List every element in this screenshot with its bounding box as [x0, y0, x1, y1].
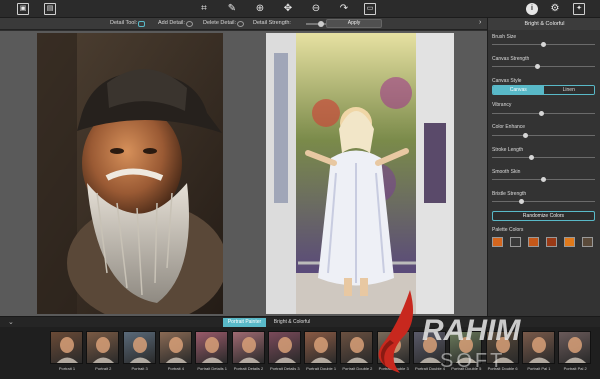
detail-tool-label: Detail Tool:	[110, 20, 138, 26]
brush-icon[interactable]: ✎	[226, 3, 238, 15]
preset-thumbnail-label: Portrait 1	[58, 366, 76, 371]
stroke-length-knob[interactable]	[529, 155, 535, 160]
palette-swatch[interactable]	[510, 237, 521, 247]
settings-panel: Bright & Colorful Brush Size Canvas Stre…	[487, 18, 600, 316]
color-enhance-knob[interactable]	[523, 133, 529, 138]
panel-title: Bright & Colorful	[488, 18, 600, 30]
palette-swatch[interactable]	[546, 237, 557, 247]
after-image	[266, 33, 454, 314]
watermark-brand: RAHIM	[422, 314, 521, 347]
detail-strength-label: Detail Strength:	[253, 20, 291, 26]
stroke-length-label: Stroke Length	[492, 147, 524, 153]
brush-size-label: Brush Size	[492, 34, 517, 40]
color-enhance-label: Color Enhance	[492, 124, 526, 130]
preset-thumbnail-label: Portrait Details 3	[270, 366, 300, 371]
info-icon[interactable]: i	[526, 3, 538, 15]
canvas-option[interactable]: Canvas	[493, 86, 544, 94]
chevron-down-icon[interactable]: ⌄	[8, 318, 14, 326]
social-icon[interactable]: ✦	[573, 3, 585, 15]
preset-thumbnail[interactable]	[86, 331, 120, 364]
brush-size-slider[interactable]	[492, 42, 595, 47]
palette-swatch[interactable]	[564, 237, 575, 247]
preset-thumbnail[interactable]	[122, 331, 156, 364]
canvas-strength-slider[interactable]	[492, 64, 595, 69]
preset-thumbnail-label: Portrait Details 1	[197, 366, 227, 371]
vibrancy-knob[interactable]	[539, 111, 545, 116]
settings-icon[interactable]: ⚙	[549, 3, 561, 15]
redo-icon[interactable]: ↷	[338, 3, 350, 15]
apply-button[interactable]: Apply	[326, 19, 382, 28]
bristle-strength-label: Bristle Strength	[492, 191, 527, 197]
preset-thumbnail[interactable]	[304, 331, 338, 364]
preset-thumbnail-label: Portrait 4	[167, 366, 184, 371]
image-icon[interactable]: ▣	[17, 3, 29, 15]
canvas-style-label: Canvas Style	[492, 78, 522, 84]
vibrancy-label: Vibrancy	[492, 102, 512, 108]
preset-thumbnail-label: Portrait Double 1	[306, 366, 337, 371]
export-icon[interactable]: ▭	[364, 3, 376, 15]
preset-thumbnail[interactable]	[231, 331, 265, 364]
crop-icon[interactable]: ⌗	[198, 3, 210, 15]
smooth-skin-label: Smooth Skin	[492, 169, 521, 175]
linen-option[interactable]: Linen	[543, 86, 594, 94]
canvas-area[interactable]	[0, 31, 487, 316]
zoom-in-icon[interactable]: ⊕	[254, 3, 266, 15]
color-enhance-slider[interactable]	[492, 133, 595, 138]
preset-thumbnail[interactable]	[50, 331, 83, 364]
zoom-out-icon[interactable]: ⊖	[310, 3, 322, 15]
tab-portrait-painter[interactable]: Portrait Painter	[223, 318, 266, 327]
preset-thumbnail-label: Portrait 2	[95, 366, 112, 371]
randomize-colors-button[interactable]: Randomize Colors	[492, 211, 595, 221]
watermark-logo: RAHIM SOFT	[378, 290, 521, 373]
vibrancy-slider[interactable]	[492, 111, 595, 116]
delete-detail-label: Delete Detail:	[203, 20, 237, 26]
add-detail-label: Add Detail:	[158, 20, 185, 26]
detail-strength-knob[interactable]	[318, 21, 324, 27]
preset-thumbnail-label: Portrait 3	[131, 366, 148, 371]
preset-thumbnail[interactable]	[158, 331, 192, 364]
palette-swatch[interactable]	[492, 237, 503, 247]
preset-thumbnail[interactable]	[195, 331, 229, 364]
tab-bright-colorful[interactable]: Bright & Colorful	[268, 318, 316, 327]
top-toolbar: ▣ ▤ ⌗ ✎ ⊕ ✥ ⊖ ↷ ▭ i ⚙ ✦	[0, 0, 600, 18]
preset-thumbnail-label: Portrait Details 2	[233, 366, 264, 371]
palette-swatch[interactable]	[582, 237, 593, 247]
palette-swatch[interactable]	[528, 237, 539, 247]
bristle-strength-slider[interactable]	[492, 199, 595, 204]
delete-detail-icon[interactable]	[237, 21, 244, 27]
stroke-length-slider[interactable]	[492, 155, 595, 160]
brush-size-knob[interactable]	[541, 42, 546, 47]
gallery-icon[interactable]: ▤	[44, 3, 56, 15]
smooth-skin-slider[interactable]	[492, 177, 595, 182]
chevron-right-icon[interactable]: ›	[479, 19, 481, 26]
palette-colors-label: Palette Colors	[492, 227, 524, 233]
bristle-strength-knob[interactable]	[519, 199, 525, 204]
fit-icon[interactable]: ✥	[282, 3, 294, 15]
watermark-sub: SOFT	[440, 350, 505, 372]
preset-thumbnail[interactable]	[267, 331, 301, 364]
detail-tool-icon[interactable]	[138, 21, 145, 27]
canvas-style-toggle[interactable]: Canvas Linen	[492, 85, 595, 95]
smooth-skin-knob[interactable]	[541, 177, 546, 182]
canvas-strength-label: Canvas Strength	[492, 56, 530, 62]
before-image	[37, 33, 223, 314]
add-detail-icon[interactable]	[186, 21, 193, 27]
canvas-strength-knob[interactable]	[535, 64, 541, 69]
detail-toolbar: Detail Tool: Add Detail: Delete Detail: …	[0, 18, 487, 30]
